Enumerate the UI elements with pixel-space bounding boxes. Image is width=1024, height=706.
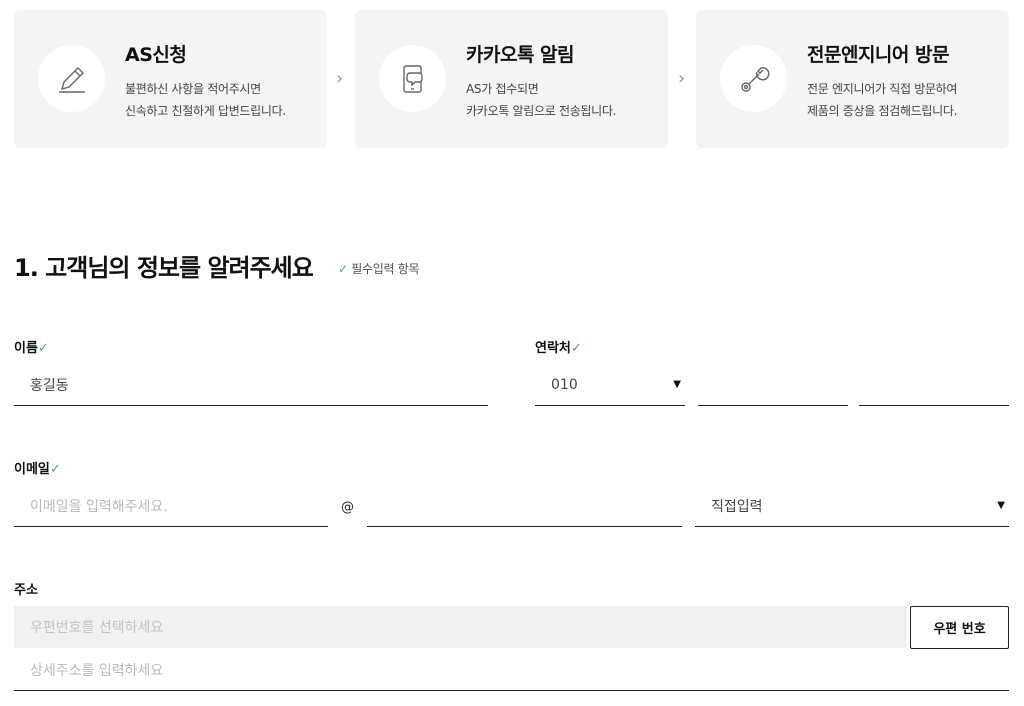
step-desc-line1: 전문 엔지니어가 직접 방문하여 [807,82,958,96]
chevron-right-icon: › [678,68,686,89]
section-title: 1. 고객님의 정보를 알려주세요 [14,254,314,282]
email-label: 이메일✓ [14,458,61,477]
name-label: 이름✓ [14,337,49,356]
required-note: ✓ 필수입력 항목 [338,260,420,277]
step-kakao-alert: 카카오톡 알림 AS가 접수되면 카카오톡 알림으로 전송됩니다. [355,10,668,148]
zipcode-search-button[interactable]: 우편 번호 [910,606,1009,649]
name-label-text: 이름 [14,341,38,356]
pencil-icon [58,66,85,93]
email-domain-select-value: 직접입력 [711,498,763,515]
email-domain-select[interactable]: 직접입력 ▼ [695,485,1009,527]
step-desc-line2: 신속하고 친절하게 답변드립니다. [125,104,286,118]
step-engineer-visit: 전문엔지니어 방문 전문 엔지니어가 직접 방문하여 제품의 증상을 점검해드립… [696,10,1009,148]
email-id-input[interactable]: 이메일을 입력해주세요. [14,485,328,527]
email-domain-input[interactable] [367,485,682,527]
address-detail-placeholder: 상세주소를 입력하세요 [30,662,164,679]
step-title: 전문엔지니어 방문 [807,44,949,66]
zipcode-field[interactable]: 우편번호를 선택하세요 [14,606,907,648]
phone-middle-input[interactable] [698,364,848,406]
caret-down-icon: ▼ [997,500,1005,511]
phone-prefix-value: 010 [551,376,578,393]
name-value: 홍길동 [30,377,69,394]
wrench-icon [740,66,769,92]
phone-chat-icon [402,64,423,93]
step-icon-circle [720,45,787,112]
step-title: 카카오톡 알림 [466,44,575,66]
step-title: AS신청 [125,44,187,66]
address-detail-input[interactable]: 상세주소를 입력하세요 [14,649,1009,691]
step-desc-line1: 불편하신 사항을 적어주시면 [125,82,261,96]
phone-label-text: 연락처 [535,341,571,356]
step-as-request: AS신청 불편하신 사항을 적어주시면 신속하고 친절하게 답변드립니다. [14,10,327,148]
caret-down-icon: ▼ [673,379,681,390]
step-desc-line2: 제품의 증상을 점검해드립니다. [807,104,958,118]
chevron-right-icon: › [336,68,344,89]
step-desc-line1: AS가 접수되면 [466,82,539,96]
phone-prefix-select[interactable]: 010 ▼ [535,364,685,406]
required-note-text: 필수입력 항목 [351,262,420,276]
at-symbol: @ [341,500,354,515]
step-icon-circle [38,45,105,112]
phone-label: 연락처✓ [535,337,582,356]
zipcode-placeholder: 우편번호를 선택하세요 [30,620,164,636]
step-icon-circle [379,45,446,112]
step-description: AS가 접수되면 카카오톡 알림으로 전송됩니다. [466,78,616,122]
phone-last-input[interactable] [859,364,1009,406]
check-icon: ✓ [37,341,49,356]
step-description: 불편하신 사항을 적어주시면 신속하고 친절하게 답변드립니다. [125,78,286,122]
check-icon: ✓ [338,262,348,276]
step-desc-line2: 카카오톡 알림으로 전송됩니다. [466,104,617,118]
step-description: 전문 엔지니어가 직접 방문하여 제품의 증상을 점검해드립니다. [807,78,957,122]
email-label-text: 이메일 [14,462,50,477]
name-field[interactable]: 홍길동 [14,364,488,406]
email-placeholder: 이메일을 입력해주세요. [30,498,168,515]
check-icon: ✓ [570,341,582,356]
process-steps: AS신청 불편하신 사항을 적어주시면 신속하고 친절하게 답변드립니다. › … [14,10,1009,148]
address-label: 주소 [14,583,38,598]
check-icon: ✓ [49,462,61,477]
